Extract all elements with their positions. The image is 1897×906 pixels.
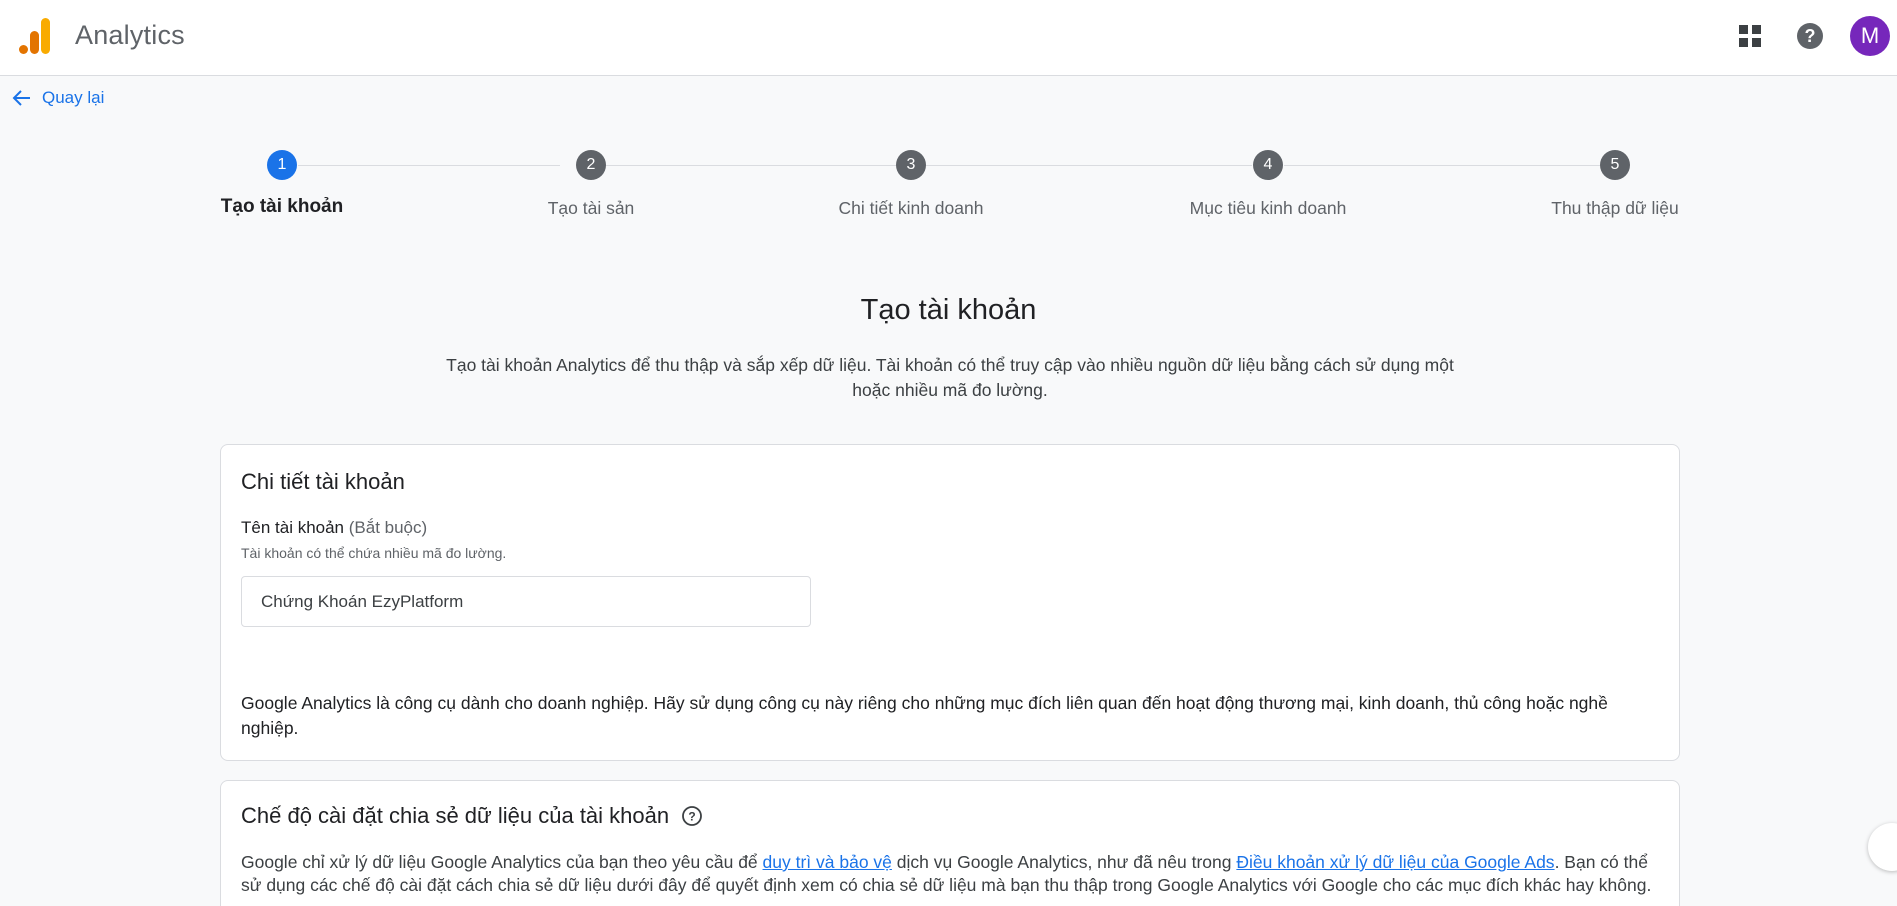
svg-text:?: ? [1805, 26, 1816, 46]
floating-assistant-button[interactable] [1868, 823, 1897, 871]
step-business-details: 3 Chi tiết kinh doanh [801, 150, 1021, 219]
arrow-back-icon [12, 90, 30, 106]
step-label: Chi tiết kinh doanh [838, 198, 984, 218]
step-create-property: 2 Tạo tài sản [481, 150, 701, 219]
step-number: 1 [267, 150, 297, 180]
card-title-text: Chế độ cài đặt chia sẻ dữ liệu của tài k… [241, 803, 670, 828]
page-description: Tạo tài khoản Analytics để thu thập và s… [446, 355, 1454, 400]
field-label-text: Tên tài khoản [241, 518, 345, 537]
step-business-objectives: 4 Mục tiêu kinh doanh [1158, 150, 1378, 219]
card-title: Chế độ cài đặt chia sẻ dữ liệu của tài k… [241, 803, 703, 829]
maintain-protect-link[interactable]: duy trì và bảo vệ [763, 852, 892, 872]
help-outline-icon[interactable]: ? [681, 805, 703, 827]
data-sharing-description: Google chỉ xử lý dữ liệu Google Analytic… [241, 851, 1661, 897]
apps-grid-icon [1739, 25, 1761, 47]
analytics-logo-icon[interactable] [19, 18, 53, 54]
data-processing-terms-link[interactable]: Điều khoản xử lý dữ liệu của Google Ads [1236, 852, 1554, 872]
step-number: 3 [896, 150, 926, 180]
help-button[interactable]: ? [1790, 16, 1830, 56]
share-text-part: Google chỉ xử lý dữ liệu Google Analytic… [241, 852, 763, 872]
step-label: Tạo tài sản [547, 198, 635, 218]
account-details-card: Chi tiết tài khoản Tên tài khoản (Bắt bu… [220, 444, 1680, 761]
app-title: Analytics [75, 20, 185, 50]
account-name-label: Tên tài khoản (Bắt buộc) [241, 518, 427, 538]
back-link-label: Quay lại [42, 88, 105, 107]
step-data-collection: 5 Thu thập dữ liệu [1505, 150, 1725, 219]
svg-text:?: ? [688, 810, 695, 824]
required-marker: (Bắt buộc) [348, 518, 428, 537]
page-title: Tạo tài khoản [860, 294, 1037, 326]
data-sharing-card: Chế độ cài đặt chia sẻ dữ liệu của tài k… [220, 780, 1680, 906]
account-name-input[interactable] [241, 576, 811, 627]
step-create-account: 1 Tạo tài khoản [172, 150, 392, 218]
card-title: Chi tiết tài khoản [241, 469, 405, 494]
step-number: 5 [1600, 150, 1630, 180]
step-label: Thu thập dữ liệu [1551, 198, 1679, 218]
back-link[interactable]: Quay lại [12, 86, 104, 110]
top-app-bar: Analytics ? M [0, 0, 1897, 76]
share-text-part: dịch vụ Google Analytics, như đã nêu tro… [891, 852, 1237, 872]
step-label: Tạo tài khoản [220, 196, 344, 217]
account-avatar[interactable]: M [1850, 16, 1890, 56]
step-number: 4 [1253, 150, 1283, 180]
help-circle-icon: ? [1797, 23, 1823, 49]
apps-grid-button[interactable] [1730, 16, 1770, 56]
step-number: 2 [576, 150, 606, 180]
step-label: Mục tiêu kinh doanh [1189, 198, 1347, 218]
business-use-notice: Google Analytics là công cụ dành cho doa… [241, 693, 1608, 738]
account-name-hint: Tài khoản có thể chứa nhiều mã đo lường. [241, 545, 507, 561]
